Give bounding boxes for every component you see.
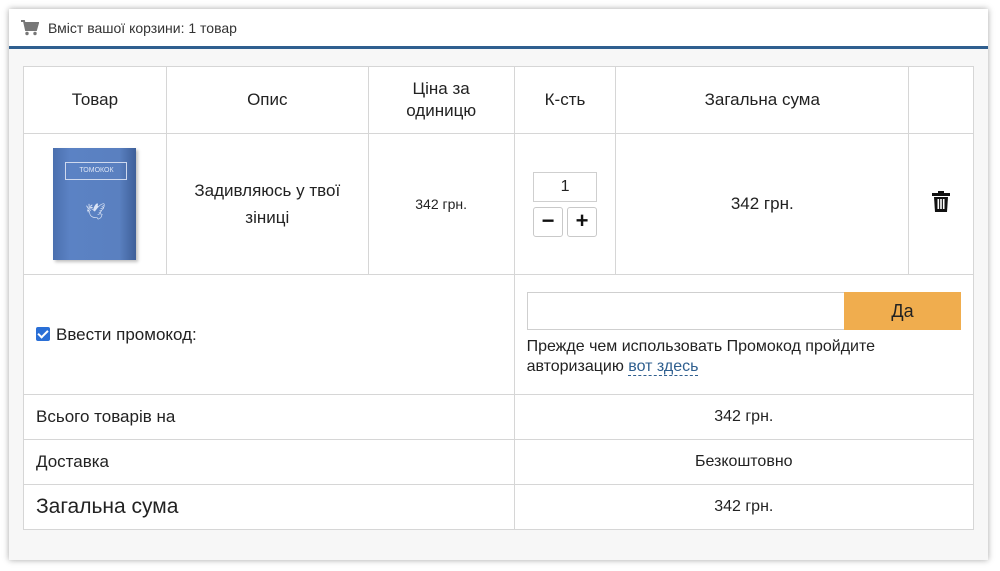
col-header-product: Товар [23,66,167,134]
cart-panel: Вміст вашої корзини: 1 товар Товар Опис … [9,9,988,560]
col-header-unit-price-line1: Ціна за [412,79,470,98]
total-row: Загальна сума 342 грн. [23,484,975,530]
quantity-cell: 1 − + [513,133,617,275]
delivery-label: Доставка [23,439,515,485]
item-total: 342 грн. [615,133,910,275]
quantity-stepper: 1 − + [533,171,598,237]
delivery-value: Безкоштовно [513,439,975,485]
promo-label: Ввести промокод: [56,324,197,344]
decrease-quantity-button[interactable]: − [533,206,564,237]
table-header-row: Товар Опис Ціна за одиницю К-сть Загальн… [23,66,974,134]
quantity-input[interactable]: 1 [533,171,598,202]
subtotal-label: Всього товарів на [23,394,515,440]
promo-form: Да [526,292,961,330]
login-link[interactable]: вот здесь [628,358,699,376]
dove-icon: 🕊 [85,204,106,221]
product-image[interactable]: ТОМОКОК 🕊 [53,148,137,260]
cart-header: Вміст вашої корзини: 1 товар [9,9,988,49]
promo-checkbox[interactable] [36,326,50,341]
col-header-actions [908,66,974,134]
trash-icon[interactable] [932,191,951,212]
shopping-cart-icon [21,19,39,35]
col-header-total: Загальна сума [615,66,910,134]
promo-note-text: Прежде чем использовать Промокод пройдит… [526,338,876,375]
table-row: ТОМОКОК 🕊 Задивляюсь у твої зіниці 342 г… [23,133,974,275]
col-header-quantity: К-сть [513,66,617,134]
subtotal-row: Всього товарів на 342 грн. [23,394,975,440]
promo-code-input[interactable] [526,292,844,330]
delete-cell [908,133,974,275]
book-cover-title: ТОМОКОК [65,162,128,180]
subtotal-value: 342 грн. [513,394,975,440]
cart-title: Вміст вашої корзини: 1 товар [48,19,237,36]
promo-form-cell: Да Прежде чем использовать Промокод прой… [513,274,975,395]
grand-total-value: 342 грн. [513,484,975,530]
increase-quantity-button[interactable]: + [567,206,598,237]
cart-table: Товар Опис Ціна за одиницю К-сть Загальн… [23,66,975,530]
product-description[interactable]: Задивляюсь у твої зіниці [165,133,369,275]
promo-submit-button[interactable]: Да [844,292,961,330]
delivery-row: Доставка Безкоштовно [23,439,975,485]
col-header-description: Опис [165,66,369,134]
promo-row: Ввести промокод: Да Прежде чем использов… [23,274,975,395]
col-header-unit-price-line2: одиницю [406,101,477,120]
promo-toggle: Ввести промокод: [23,274,515,395]
promo-note: Прежде чем использовать Промокод пройдит… [527,337,961,377]
col-header-unit-price: Ціна за одиницю [367,66,515,134]
grand-total-label: Загальна сума [23,484,515,530]
product-image-cell: ТОМОКОК 🕊 [23,133,167,275]
unit-price: 342 грн. [367,133,515,275]
